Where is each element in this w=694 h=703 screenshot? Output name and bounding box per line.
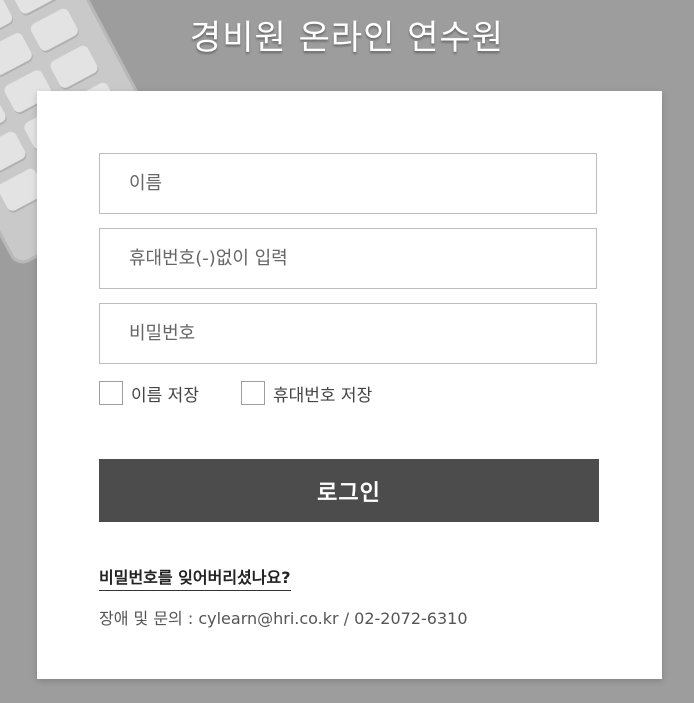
phone-input[interactable] (100, 229, 596, 288)
login-card: 이름 저장 휴대번호 저장 로그인 비밀번호를 잊어버리셨나요? 장애 및 문의… (37, 91, 662, 679)
save-name-label: 이름 저장 (131, 385, 199, 406)
password-field (99, 303, 597, 364)
save-phone-checkbox[interactable]: 휴대번호 저장 (240, 381, 373, 406)
save-phone-checkbox-box[interactable] (240, 381, 265, 405)
phone-field (99, 228, 597, 289)
contact-info: 장애 및 문의 : cylearn@hri.co.kr / 02-2072-63… (99, 609, 468, 628)
password-input[interactable] (100, 304, 596, 363)
keyboard-key-decoration (0, 129, 28, 176)
save-phone-label: 휴대번호 저장 (272, 385, 373, 406)
save-name-checkbox-box[interactable] (99, 381, 123, 405)
login-page: 경비원 온라인 연수원 이름 저장 휴대번호 저장 로그인 비밀번호를 잊어버리… (0, 0, 694, 703)
name-field (99, 153, 597, 214)
save-name-checkbox[interactable]: 이름 저장 (99, 381, 199, 406)
forgot-password-link[interactable]: 비밀번호를 잊어버리셨나요? (99, 564, 291, 591)
save-options: 이름 저장 휴대번호 저장 (99, 380, 372, 406)
login-button[interactable]: 로그인 (99, 459, 599, 522)
page-title: 경비원 온라인 연수원 (189, 18, 505, 58)
name-input[interactable] (100, 154, 596, 213)
